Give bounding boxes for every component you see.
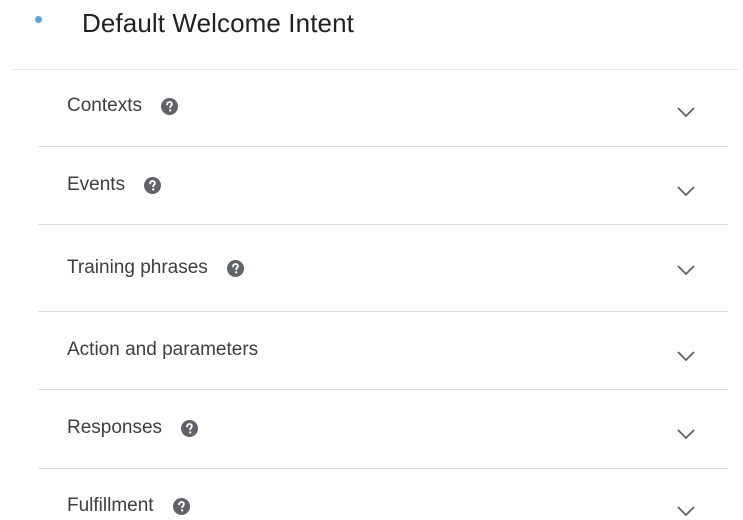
- chevron-down-icon[interactable]: [676, 505, 696, 517]
- help-icon[interactable]: [181, 419, 199, 437]
- help-icon[interactable]: [160, 97, 178, 115]
- section-contexts[interactable]: Contexts: [38, 70, 728, 147]
- section-header: Responses: [67, 417, 199, 439]
- status-dot: [35, 16, 42, 23]
- chevron-down-icon[interactable]: [676, 106, 696, 118]
- section-label: Events: [67, 174, 126, 195]
- section-responses[interactable]: Responses: [38, 390, 728, 469]
- section-label: Training phrases: [67, 257, 208, 278]
- chevron-down-icon[interactable]: [676, 185, 696, 197]
- help-icon[interactable]: [144, 176, 162, 194]
- chevron-down-icon[interactable]: [676, 428, 696, 440]
- section-header: Training phrases: [67, 257, 244, 279]
- section-header: Fulfillment: [67, 495, 190, 517]
- help-icon[interactable]: [226, 259, 244, 277]
- help-icon[interactable]: [172, 497, 190, 515]
- section-action-and-parameters[interactable]: Action and parameters: [38, 312, 728, 390]
- chevron-down-icon[interactable]: [676, 350, 696, 362]
- chevron-down-icon[interactable]: [676, 264, 696, 276]
- section-label: Fulfillment: [67, 495, 154, 516]
- section-label: Contexts: [67, 95, 142, 116]
- section-fulfillment[interactable]: Fulfillment: [38, 469, 728, 520]
- section-events[interactable]: Events: [38, 147, 728, 225]
- section-header: Events: [67, 174, 162, 196]
- section-label: Responses: [67, 417, 163, 438]
- section-header: Action and parameters: [67, 339, 258, 361]
- section-label: Action and parameters: [67, 339, 259, 360]
- page-title: Default Welcome Intent: [82, 8, 354, 38]
- section-header: Contexts: [67, 95, 178, 117]
- intent-header: Default Welcome Intent: [0, 0, 743, 50]
- section-training-phrases[interactable]: Training phrases: [38, 225, 728, 312]
